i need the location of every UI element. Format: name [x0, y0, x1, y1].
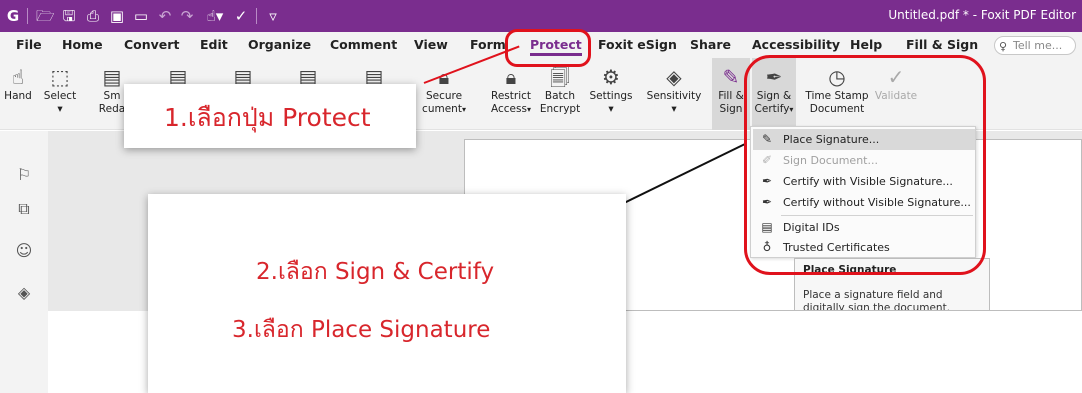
- sensitivity-button[interactable]: ◈ Sensitivity ▾: [646, 58, 702, 130]
- lightbulb-icon: ♀: [999, 40, 1008, 53]
- tab-share[interactable]: Share: [690, 37, 731, 52]
- tab-foxit-esign[interactable]: Foxit eSign: [598, 37, 677, 52]
- redo-icon[interactable]: ↷: [178, 7, 196, 25]
- tab-file[interactable]: File: [16, 37, 42, 52]
- bookmark-icon[interactable]: ⚐: [14, 165, 34, 185]
- restrict-label-1: Restrict: [491, 90, 531, 102]
- batch-label-2: Encrypt: [539, 103, 581, 115]
- select-cursor-icon: ⬚: [50, 65, 70, 89]
- batch-encrypt-button[interactable]: 🗐 Batch Encrypt: [538, 58, 582, 130]
- undo-icon[interactable]: ↶: [156, 7, 174, 25]
- settings-caret-icon: ▾: [608, 103, 614, 115]
- comments-icon[interactable]: ☺: [14, 241, 34, 261]
- scan-icon[interactable]: ▣: [108, 7, 126, 25]
- settings-gear-icon: ⚙: [602, 65, 620, 89]
- tell-me-placeholder: Tell me...: [1013, 39, 1063, 52]
- tab-form[interactable]: Form: [470, 37, 506, 52]
- batch-label-1: Batch: [544, 90, 576, 102]
- title-bar: G 🗁 🖫 ⎙ ▣ ▭ ↶ ↷ ☝▾ ✓ ▿ Untitled.pdf * - …: [0, 0, 1082, 32]
- select-tool-button[interactable]: ⬚ Select ▾: [40, 58, 80, 130]
- hand-icon: ☝: [11, 65, 25, 89]
- tell-me-search[interactable]: ♀ Tell me...: [994, 36, 1076, 55]
- quick-access-separator: [27, 8, 28, 24]
- new-doc-icon[interactable]: ▭: [132, 7, 150, 25]
- save-icon[interactable]: 🖫: [60, 7, 78, 25]
- hand-tool-button[interactable]: ☝ Hand: [0, 58, 36, 130]
- restrict-label-2: Access▾: [491, 103, 531, 115]
- secure-document-button[interactable]: 🔒︎ Secure cument▾: [414, 58, 474, 130]
- left-nav-panel: ⚐ ⧉ ☺ ◈: [0, 131, 48, 393]
- annotation-ring-sign-certify: [744, 55, 986, 275]
- layers-icon[interactable]: ◈: [14, 283, 34, 303]
- quick-access-separator: [256, 8, 257, 24]
- select-label: Select: [43, 90, 77, 102]
- hand-select-icon[interactable]: ☝▾: [202, 7, 228, 25]
- restrict-lock-icon: 🔒︎: [505, 65, 517, 89]
- tab-edit[interactable]: Edit: [200, 37, 228, 52]
- sensitivity-caret-icon: ▾: [671, 103, 677, 115]
- settings-button[interactable]: ⚙ Settings ▾: [588, 58, 634, 130]
- settings-label: Settings: [589, 90, 633, 102]
- callout-step-1-text: 1.เลือกปุ่ม Protect: [164, 103, 371, 132]
- customize-icon[interactable]: ▿: [264, 7, 282, 25]
- pages-icon[interactable]: ⧉: [14, 199, 34, 219]
- tooltip-body: Place a signature field and digitally si…: [803, 289, 951, 311]
- print-icon[interactable]: ⎙: [84, 7, 102, 25]
- window-title: Untitled.pdf * - Foxit PDF Editor: [888, 8, 1076, 22]
- redact-icon: ▤: [102, 65, 122, 89]
- pen-icon: ✎: [722, 65, 740, 89]
- annotation-ring-protect: [505, 29, 591, 67]
- callout-step-2-text: 2.เลือก Sign & Certify: [256, 259, 495, 285]
- tab-comment[interactable]: Comment: [330, 37, 397, 52]
- sensitivity-tag-icon: ◈: [666, 65, 682, 89]
- tab-fill-sign[interactable]: Fill & Sign: [906, 37, 978, 52]
- callout-step-1: 1.เลือกปุ่ม Protect: [124, 84, 416, 148]
- sensitivity-label: Sensitivity: [646, 90, 702, 102]
- tab-accessibility[interactable]: Accessibility: [752, 37, 840, 52]
- app-logo-icon[interactable]: G: [4, 7, 22, 25]
- select-caret-icon: ▾: [57, 103, 63, 115]
- batch-encrypt-icon: 🗐: [550, 65, 570, 89]
- restrict-access-button[interactable]: 🔒︎ Restrict Access▾: [488, 58, 534, 130]
- callout-steps-2-3: 2.เลือก Sign & Certify 3.เลือก Place Sig…: [148, 194, 626, 393]
- hand-label: Hand: [4, 90, 32, 102]
- tab-home[interactable]: Home: [62, 37, 103, 52]
- check-icon[interactable]: ✓: [232, 7, 250, 25]
- open-folder-icon[interactable]: 🗁: [36, 7, 55, 25]
- tab-convert[interactable]: Convert: [124, 37, 179, 52]
- tab-view[interactable]: View: [414, 37, 448, 52]
- secure-label-2: cument▾: [422, 103, 466, 115]
- tab-organize[interactable]: Organize: [248, 37, 311, 52]
- callout-step-3-text: 3.เลือก Place Signature: [232, 317, 491, 343]
- tab-help[interactable]: Help: [850, 37, 882, 52]
- secure-label-1: Secure: [425, 90, 463, 102]
